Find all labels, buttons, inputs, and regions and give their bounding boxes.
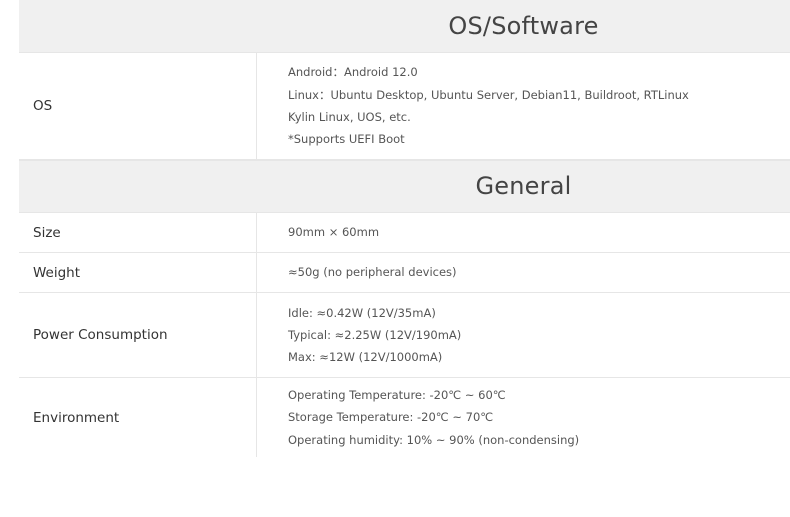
storage-temperature-line: Storage Temperature: -20℃ ~ 70℃ [288,410,494,425]
os-row: OS Android：Android 12.0 Linux：Ubuntu Des… [19,53,790,160]
os-android-line: Android：Android 12.0 [288,65,418,80]
size-value-line: 90mm × 60mm [288,225,380,240]
general-section-title: General [475,172,572,200]
general-section-header: General [19,160,790,213]
size-row-value: 90mm × 60mm [257,213,790,252]
weight-row-value: ≈50g (no peripheral devices) [257,253,790,292]
power-consumption-row-value: Idle: ≈0.42W (12V/35mA) Typical: ≈2.25W … [257,293,790,377]
power-max-line: Max: ≈12W (12V/1000mA) [288,350,443,365]
power-consumption-row-label: Power Consumption [19,293,257,377]
size-row-label: Size [19,213,257,252]
power-consumption-row: Power Consumption Idle: ≈0.42W (12V/35mA… [19,293,790,378]
os-row-label: OS [19,53,257,159]
weight-value-line: ≈50g (no peripheral devices) [288,265,457,280]
spec-table: OS/Software OS Android：Android 12.0 Linu… [19,0,790,457]
os-linux-line-continued: Kylin Linux, UOS, etc. [288,110,411,124]
weight-row-label: Weight [19,253,257,292]
os-software-section-header: OS/Software [19,0,790,53]
os-software-section-title: OS/Software [448,12,599,40]
weight-row: Weight ≈50g (no peripheral devices) [19,253,790,293]
power-typical-line: Typical: ≈2.25W (12V/190mA) [288,327,462,342]
power-idle-line: Idle: ≈0.42W (12V/35mA) [288,305,436,320]
operating-temperature-line: Operating Temperature: -20℃ ~ 60℃ [288,388,506,403]
section-header-spacer [19,161,257,212]
size-row: Size 90mm × 60mm [19,213,790,253]
environment-row: Environment Operating Temperature: -20℃ … [19,378,790,457]
os-uefi-line: *Supports UEFI Boot [288,132,405,147]
os-linux-line: Linux：Ubuntu Desktop, Ubuntu Server, Deb… [288,87,689,102]
os-row-value: Android：Android 12.0 Linux：Ubuntu Deskto… [257,53,790,159]
environment-row-value: Operating Temperature: -20℃ ~ 60℃ Storag… [257,378,790,457]
environment-row-label: Environment [19,378,257,457]
section-header-spacer [19,0,257,52]
operating-humidity-line: Operating humidity: 10% ~ 90% (non-conde… [288,432,580,447]
